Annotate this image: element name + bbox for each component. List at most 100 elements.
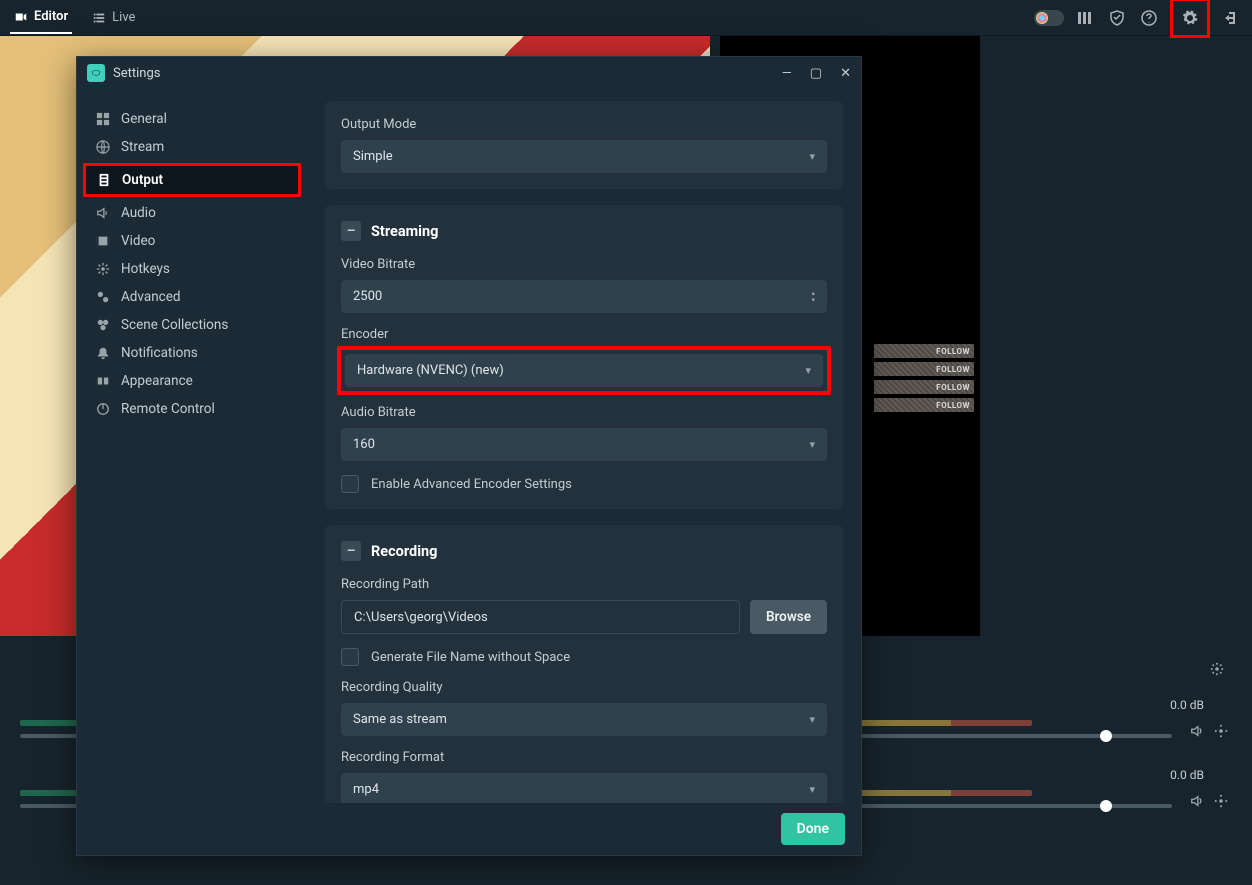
generate-filename-checkbox[interactable]	[341, 648, 359, 666]
app-logo-icon: ⬭	[87, 64, 105, 82]
settings-content: Output Mode Simple ▾ – Streaming Video B…	[307, 89, 861, 803]
sidebar-item-label: Audio	[121, 205, 156, 221]
encoder-highlight: Hardware (NVENC) (new) ▾	[337, 346, 831, 395]
sidebar-item-advanced[interactable]: Advanced	[85, 283, 299, 311]
chevron-down-icon: ▾	[809, 438, 815, 451]
list-icon	[92, 11, 106, 25]
tab-editor[interactable]: Editor	[10, 1, 72, 34]
mixer-settings-icon[interactable]	[1210, 662, 1224, 676]
sidebar-item-general[interactable]: General	[85, 105, 299, 133]
sidebar-item-label: Scene Collections	[121, 317, 228, 333]
theme-toggle[interactable]	[1034, 10, 1064, 26]
browse-button[interactable]: Browse	[750, 600, 827, 634]
select-value: Simple	[353, 149, 393, 164]
logout-icon[interactable]	[1220, 7, 1242, 29]
sidebar-item-stream[interactable]: Stream	[85, 133, 299, 161]
recording-quality-label: Recording Quality	[341, 680, 827, 695]
collapse-button[interactable]: –	[341, 221, 361, 241]
top-toolbar: Editor Live	[0, 0, 1252, 36]
sidebar-item-label: Stream	[121, 139, 164, 155]
recording-format-select[interactable]: mp4 ▾	[341, 773, 827, 803]
dialog-footer: Done	[77, 803, 861, 855]
sidebar-item-label: Notifications	[121, 345, 198, 361]
layout-icon[interactable]	[1074, 7, 1096, 29]
select-value: Same as stream	[353, 712, 447, 727]
enable-advanced-row[interactable]: Enable Advanced Encoder Settings	[341, 475, 827, 493]
generate-filename-row[interactable]: Generate File Name without Space	[341, 648, 827, 666]
sidebar-item-output[interactable]: Output	[86, 166, 298, 194]
gear-icon[interactable]	[1179, 7, 1201, 29]
sidebar-item-video[interactable]: Video	[85, 227, 299, 255]
gear-icon	[95, 262, 111, 276]
recording-card: – Recording Recording Path Browse Genera…	[325, 525, 843, 803]
tab-live[interactable]: Live	[88, 2, 139, 33]
sidebar-item-notifications[interactable]: Notifications	[85, 339, 299, 367]
sidebar-item-scene-collections[interactable]: Scene Collections	[85, 311, 299, 339]
dialog-titlebar: ⬭ Settings — ▢ ✕	[77, 57, 861, 89]
output-mode-select[interactable]: Simple ▾	[341, 140, 827, 173]
sidebar-item-label: Appearance	[121, 373, 193, 389]
settings-dialog: ⬭ Settings — ▢ ✕ General Stream Output	[76, 56, 862, 856]
track-gear-icon[interactable]	[1214, 724, 1228, 738]
appearance-icon	[95, 374, 111, 388]
volume-icon	[95, 206, 111, 220]
chevron-down-icon: ▾	[809, 713, 815, 726]
bell-icon	[95, 346, 111, 360]
sidebar-item-label: Hotkeys	[121, 261, 170, 277]
sidebar-output-highlight: Output	[83, 163, 301, 197]
sidebar-item-label: Video	[121, 233, 155, 249]
follow-alert: FOLLOW	[874, 344, 974, 358]
chevron-down-icon: ▾	[805, 364, 811, 377]
checkbox-label: Enable Advanced Encoder Settings	[371, 477, 572, 492]
sidebar-item-appearance[interactable]: Appearance	[85, 367, 299, 395]
spinner-arrows-icon[interactable]: ▴▾	[811, 290, 815, 304]
power-icon	[95, 402, 111, 416]
checkbox-label: Generate File Name without Space	[371, 650, 570, 665]
select-value: mp4	[353, 782, 379, 797]
video-bitrate-input[interactable]: 2500 ▴▾	[341, 280, 827, 313]
speaker-icon[interactable]	[1190, 724, 1204, 738]
close-icon[interactable]: ✕	[840, 66, 851, 81]
streaming-title: Streaming	[371, 223, 438, 240]
maximize-icon[interactable]: ▢	[810, 66, 822, 81]
tab-live-label: Live	[112, 10, 135, 25]
sidebar-item-audio[interactable]: Audio	[85, 199, 299, 227]
audio-bitrate-select[interactable]: 160 ▾	[341, 428, 827, 461]
track-gear-icon[interactable]	[1214, 794, 1228, 808]
chevron-down-icon: ▾	[809, 150, 815, 163]
output-mode-card: Output Mode Simple ▾	[325, 101, 843, 189]
encoder-select[interactable]: Hardware (NVENC) (new) ▾	[345, 354, 823, 387]
enable-advanced-checkbox[interactable]	[341, 475, 359, 493]
dialog-title: Settings	[113, 66, 160, 81]
sidebar-item-hotkeys[interactable]: Hotkeys	[85, 255, 299, 283]
sidebar-item-label: Remote Control	[121, 401, 215, 417]
recording-title: Recording	[371, 543, 437, 560]
help-icon[interactable]	[1138, 7, 1160, 29]
settings-sidebar: General Stream Output Audio Video	[77, 89, 307, 803]
tab-editor-label: Editor	[34, 9, 68, 24]
film-icon	[95, 234, 111, 248]
sidebar-item-label: Advanced	[121, 289, 181, 305]
select-value: 160	[353, 437, 375, 452]
grid-icon	[95, 112, 111, 126]
shield-icon[interactable]	[1106, 7, 1128, 29]
follow-alert: FOLLOW	[874, 362, 974, 376]
chevron-down-icon: ▾	[809, 783, 815, 796]
input-value: 2500	[353, 289, 382, 304]
sidebar-item-label: Output	[122, 172, 163, 188]
done-button[interactable]: Done	[781, 813, 845, 845]
recording-path-input[interactable]	[341, 600, 740, 634]
speaker-icon[interactable]	[1190, 794, 1204, 808]
recording-format-label: Recording Format	[341, 750, 827, 765]
video-bitrate-label: Video Bitrate	[341, 257, 827, 272]
collapse-button[interactable]: –	[341, 541, 361, 561]
minimize-icon[interactable]: —	[782, 66, 792, 81]
recording-quality-select[interactable]: Same as stream ▾	[341, 703, 827, 736]
sidebar-item-remote-control[interactable]: Remote Control	[85, 395, 299, 423]
audio-bitrate-label: Audio Bitrate	[341, 405, 827, 420]
select-value: Hardware (NVENC) (new)	[357, 363, 504, 378]
follow-alert: FOLLOW	[874, 398, 974, 412]
camera-icon	[14, 10, 28, 24]
gears-icon	[95, 290, 111, 304]
encoder-label: Encoder	[341, 327, 827, 342]
